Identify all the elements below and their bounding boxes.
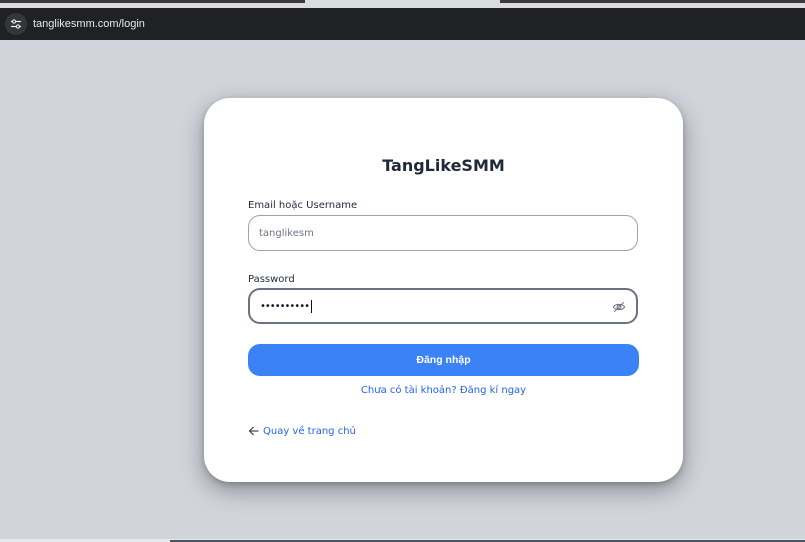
browser-tab-right[interactable] xyxy=(500,0,805,3)
browser-tab-left[interactable] xyxy=(0,0,305,3)
url-text[interactable]: tanglikesmm.com/login xyxy=(33,18,145,30)
page-title: TangLikeSMM xyxy=(382,156,505,175)
eye-off-icon[interactable] xyxy=(612,300,626,314)
password-value: •••••••••• xyxy=(260,300,310,312)
login-card: TangLikeSMM Email hoặc Username tanglike… xyxy=(204,98,683,482)
address-bar[interactable]: tanglikesmm.com/login xyxy=(0,8,805,40)
site-info-button[interactable] xyxy=(5,13,27,35)
register-link[interactable]: Chưa có tài khoản? Đăng kí ngay xyxy=(204,385,683,396)
login-button[interactable]: Đăng nhập xyxy=(248,344,639,376)
username-input[interactable]: tanglikesm xyxy=(248,215,638,251)
back-home-label: Quay về trang chủ xyxy=(263,425,356,437)
back-home-link[interactable]: Quay về trang chủ xyxy=(248,425,356,437)
username-label: Email hoặc Username xyxy=(248,200,358,211)
text-caret xyxy=(310,299,312,313)
tune-icon xyxy=(11,19,21,29)
username-value: tanglikesm xyxy=(259,227,314,239)
browser-tab-strip xyxy=(0,0,805,8)
password-label: Password xyxy=(248,274,295,285)
password-input[interactable]: •••••••••• xyxy=(248,288,638,324)
arrow-left-icon xyxy=(248,426,259,436)
